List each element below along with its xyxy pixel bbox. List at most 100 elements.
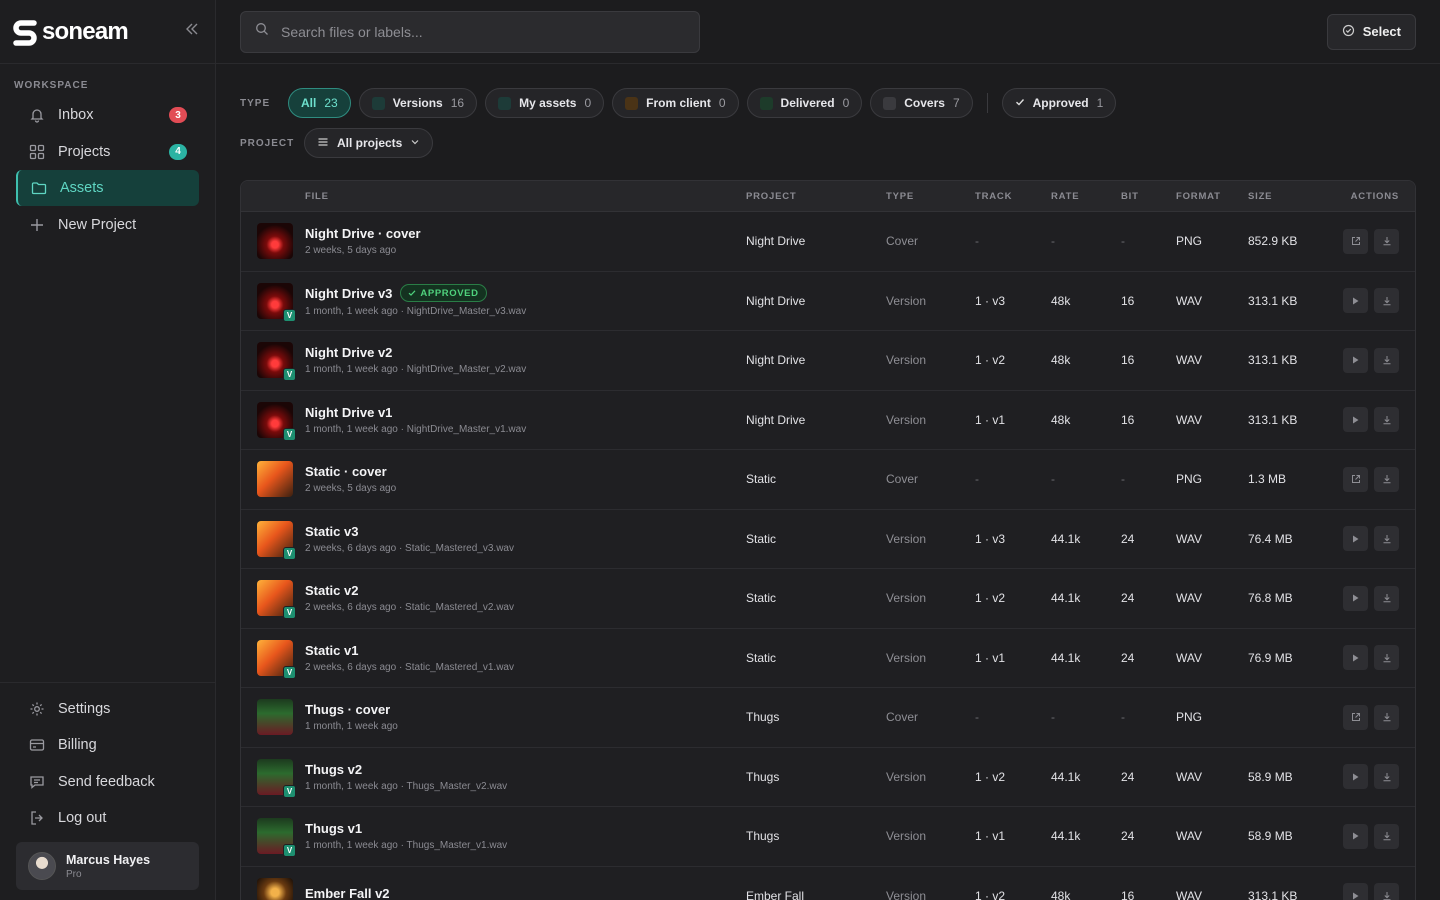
download-button[interactable] <box>1374 704 1399 730</box>
sidebar-footer: Settings Billing Send feedback Log out M… <box>0 681 215 900</box>
sidebar-item-assets[interactable]: Assets <box>16 170 199 206</box>
file-name[interactable]: Static v1 <box>305 643 358 658</box>
play-button[interactable] <box>1343 764 1368 790</box>
cover-thumbnail[interactable]: V <box>257 639 296 679</box>
play-button[interactable] <box>1343 645 1368 671</box>
sidebar-item-settings[interactable]: Settings <box>16 691 199 727</box>
file-name[interactable]: Night Drive v3 <box>305 286 392 301</box>
open-external-button[interactable] <box>1343 228 1368 254</box>
filter-chip-all[interactable]: All 23 <box>288 88 351 118</box>
table-row[interactable]: V Static v3 2 weeks, 6 days ago · Static_M… <box>241 510 1415 569</box>
search-box[interactable] <box>240 10 700 53</box>
user-card[interactable]: Marcus Hayes Pro <box>16 842 199 890</box>
download-button[interactable] <box>1374 407 1399 433</box>
file-name-line: Static v2 <box>305 583 746 598</box>
table-row[interactable]: V Night Drive v3 APPROVED 1 month, 1 week a… <box>241 272 1415 331</box>
table-row[interactable]: Thugs · cover 1 month, 1 week ago Thugs Cov… <box>241 688 1415 748</box>
table-row[interactable]: V Thugs v1 1 month, 1 week ago · Thugs_Mas… <box>241 807 1415 867</box>
format-column-header[interactable]: FORMAT <box>1176 191 1248 202</box>
play-button[interactable] <box>1343 585 1368 611</box>
download-button[interactable] <box>1374 288 1399 314</box>
cover-thumbnail[interactable] <box>257 699 293 736</box>
sidebar-item-send-feedback[interactable]: Send feedback <box>16 764 199 800</box>
format-cell: WAV <box>1176 353 1202 368</box>
filter-chip-my-assets[interactable]: My assets 0 <box>485 88 605 118</box>
project-select[interactable]: All projects <box>304 128 434 158</box>
table-row[interactable]: V Static v2 2 weeks, 6 days ago · Static_M… <box>241 569 1415 629</box>
select-button[interactable]: Select <box>1326 13 1416 50</box>
filter-chip-delivered[interactable]: Delivered 0 <box>746 88 863 118</box>
table-row[interactable]: V Static v1 2 weeks, 6 days ago · Static_M… <box>241 629 1415 688</box>
file-name[interactable]: Ember Fall v2 <box>305 886 390 900</box>
track-column-header[interactable]: TRACK <box>975 191 1051 202</box>
play-button[interactable] <box>1343 526 1368 552</box>
filter-chip-covers[interactable]: Covers 7 <box>870 88 973 118</box>
cover-thumbnail[interactable]: V <box>257 282 296 322</box>
cover-thumbnail[interactable]: V <box>257 342 296 382</box>
type-column-header[interactable]: TYPE <box>886 191 975 202</box>
table-row[interactable]: V Night Drive v1 1 month, 1 week ago · Nig… <box>241 391 1415 450</box>
open-external-button[interactable] <box>1343 704 1368 730</box>
file-name[interactable]: Night Drive · cover <box>305 226 421 241</box>
cover-thumbnail[interactable]: V <box>257 580 296 620</box>
version-badge: V <box>283 844 296 858</box>
project-filter-row: PROJECT All projects <box>216 128 1440 158</box>
table-row[interactable]: V Thugs v2 1 month, 1 week ago · Thugs_Mas… <box>241 748 1415 807</box>
download-button[interactable] <box>1374 883 1399 900</box>
download-button[interactable] <box>1374 526 1399 552</box>
play-button[interactable] <box>1343 883 1368 900</box>
project-column-header[interactable]: PROJECT <box>746 191 886 202</box>
rate-cell: 44.1k <box>1051 769 1081 784</box>
table-row[interactable]: Night Drive · cover 2 weeks, 5 days ago Ni… <box>241 212 1415 272</box>
sidebar-item-billing[interactable]: Billing <box>16 727 199 763</box>
file-cell: Static v3 2 weeks, 6 days ago · Static_Ma… <box>305 524 746 554</box>
file-name[interactable]: Thugs v2 <box>305 762 362 777</box>
table-row[interactable]: V Ember Fall v2 Ember Fall Version 1 · v2 48k… <box>241 867 1415 900</box>
rate-column-header[interactable]: RATE <box>1051 191 1121 202</box>
size-column-header[interactable]: SIZE <box>1248 191 1338 202</box>
brand-header: soneam <box>0 0 215 64</box>
brand-logo[interactable]: soneam <box>12 18 129 46</box>
cover-thumbnail[interactable] <box>257 461 293 498</box>
sidebar-item-projects[interactable]: Projects 4 <box>16 134 199 170</box>
play-button[interactable] <box>1343 347 1368 373</box>
file-name[interactable]: Night Drive v1 <box>305 405 392 420</box>
cover-thumbnail[interactable]: V <box>257 401 296 441</box>
open-external-button[interactable] <box>1343 466 1368 492</box>
sidebar-item-inbox[interactable]: Inbox 3 <box>16 97 199 133</box>
cover-thumbnail[interactable]: V <box>257 877 293 900</box>
download-button[interactable] <box>1374 645 1399 671</box>
cover-thumbnail[interactable] <box>257 223 293 260</box>
file-meta: 2 weeks, 6 days ago · Static_Mastered_v2… <box>305 602 514 614</box>
file-name[interactable]: Thugs · cover <box>305 702 390 717</box>
file-name[interactable]: Static · cover <box>305 464 387 479</box>
file-name[interactable]: Thugs v1 <box>305 821 362 836</box>
file-name[interactable]: Static v2 <box>305 583 358 598</box>
download-button[interactable] <box>1374 585 1399 611</box>
play-button[interactable] <box>1343 288 1368 314</box>
file-name[interactable]: Static v3 <box>305 524 358 539</box>
download-button[interactable] <box>1374 466 1399 492</box>
collapse-sidebar-icon[interactable] <box>185 22 199 41</box>
sidebar-item-new-project[interactable]: New Project <box>16 207 199 243</box>
sidebar-item-log-out[interactable]: Log out <box>16 800 199 836</box>
filter-chip-approved[interactable]: Approved 1 <box>1001 88 1117 118</box>
cover-thumbnail[interactable]: V <box>257 818 296 858</box>
cover-thumbnail[interactable]: V <box>257 758 296 798</box>
download-button[interactable] <box>1374 823 1399 849</box>
download-button[interactable] <box>1374 347 1399 373</box>
file-name[interactable]: Night Drive v2 <box>305 345 392 360</box>
table-row[interactable]: V Night Drive v2 1 month, 1 week ago · Nig… <box>241 331 1415 391</box>
play-button[interactable] <box>1343 823 1368 849</box>
play-button[interactable] <box>1343 407 1368 433</box>
project-cell: Static <box>746 650 777 665</box>
filter-chip-from-client[interactable]: From client 0 <box>612 88 739 118</box>
cover-thumbnail[interactable]: V <box>257 520 296 560</box>
file-column-header[interactable]: FILE <box>305 191 746 202</box>
download-button[interactable] <box>1374 764 1399 790</box>
bit-column-header[interactable]: BIT <box>1121 191 1176 202</box>
download-button[interactable] <box>1374 228 1399 254</box>
table-row[interactable]: Static · cover 2 weeks, 5 days ago Static C… <box>241 450 1415 510</box>
filter-chip-versions[interactable]: Versions 16 <box>358 88 478 118</box>
search-input[interactable] <box>281 23 685 40</box>
